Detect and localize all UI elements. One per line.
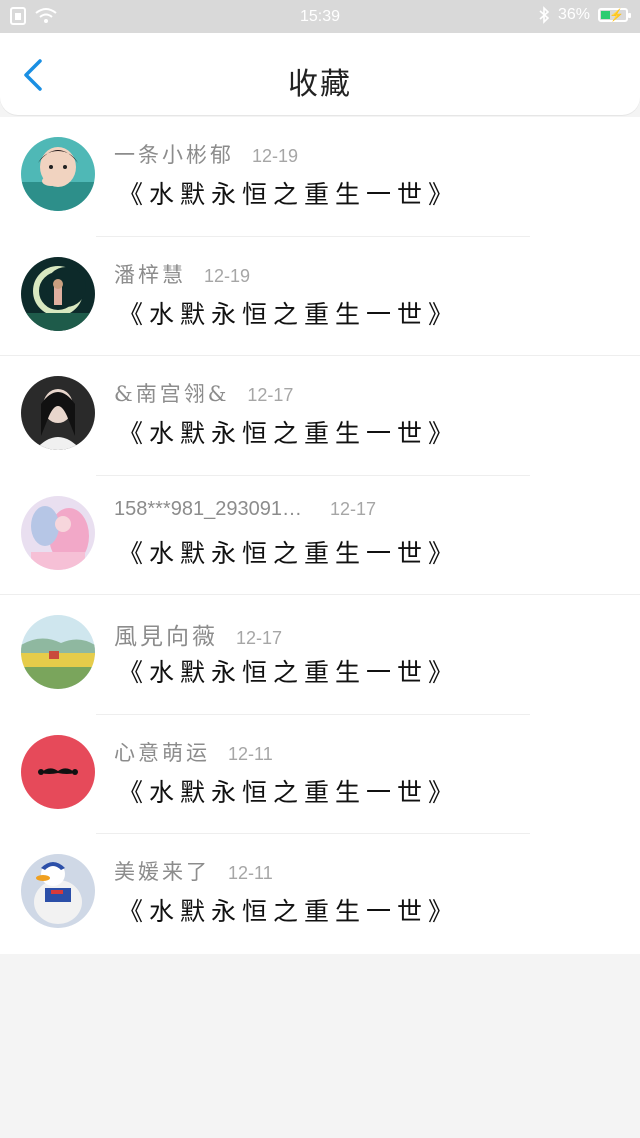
list-item[interactable]: 風見向薇 12-17 《水默永恒之重生一世》 [0,595,640,715]
page-title: 收藏 [288,67,352,102]
bluetooth-icon [539,6,550,24]
user-name: 美媛来了 [114,860,210,884]
status-bar: 15:39 36% ⚡ [0,0,640,33]
user-name: 一条小彬郁 [114,143,234,167]
avatar [21,854,95,928]
user-name: 風見向薇 [114,624,218,650]
avatar [21,256,95,331]
date: 12-11 [228,743,273,764]
list-item[interactable]: 美媛来了 12-11 《水默永恒之重生一世》 [0,834,640,954]
battery-icon: ⚡ [598,8,631,22]
date: 12-17 [329,498,376,519]
date: 12-17 [236,628,283,648]
avatar [21,495,95,570]
battery-percent: 36% [557,6,590,23]
book-title: 《水默永恒之重生一世》 [118,419,460,448]
book-title: 《水默永恒之重生一世》 [118,658,460,687]
book-title: 《水默永恒之重生一世》 [118,897,460,926]
avatar [21,734,95,809]
book-title: 《水默永恒之重生一世》 [118,538,460,568]
user-name: 潘梓慧 [114,262,186,287]
charging-icon: ⚡ [609,8,624,22]
list-item[interactable]: 一条小彬郁 12-19 《水默永恒之重生一世》 [0,117,640,237]
list-item[interactable]: &南宫翎& 12-17 《水默永恒之重生一世》 [0,356,640,476]
date: 12-19 [204,265,251,286]
list-item[interactable]: 心意萌运 12-11 《水默永恒之重生一世》 [0,715,640,834]
date: 12-19 [252,146,299,166]
book-title: 《水默永恒之重生一世》 [118,299,460,329]
date: 12-11 [228,863,273,883]
list-item[interactable]: 潘梓慧 12-19 《水默永恒之重生一世》 [0,237,640,356]
user-name: 心意萌运 [114,740,210,765]
user-name: &南宫翎& [114,382,230,406]
avatar [21,615,95,689]
user-name: 158***981_293091… [114,497,302,520]
book-title: 《水默永恒之重生一世》 [118,777,460,807]
book-title: 《水默永恒之重生一世》 [118,180,460,209]
avatar [21,376,95,450]
header: 收藏 [0,33,640,115]
favorites-list: 一条小彬郁 12-19 《水默永恒之重生一世》 潘梓慧 12-19 《水默永恒之… [0,117,640,954]
list-item[interactable]: 158***981_293091… 12-17 《水默永恒之重生一世》 [0,476,640,595]
avatar [21,137,95,211]
date: 12-17 [247,385,294,405]
